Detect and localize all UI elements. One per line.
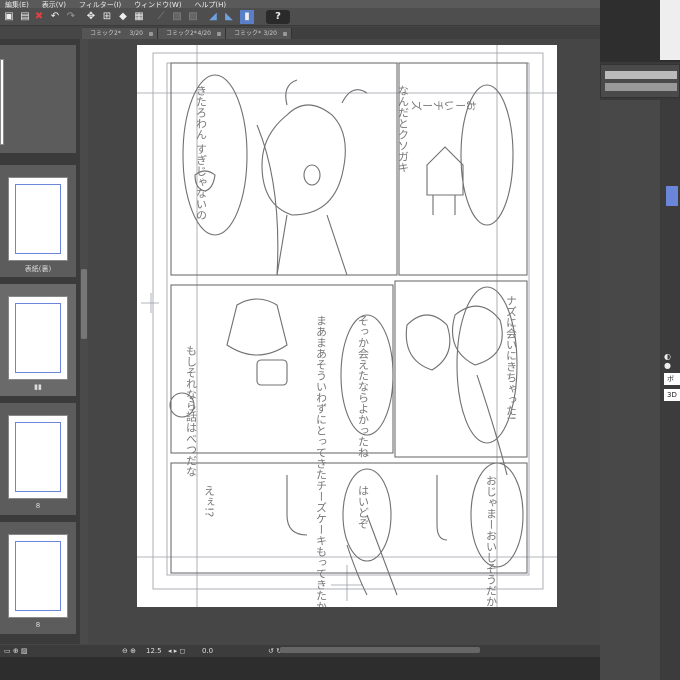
export-icon[interactable]: ▤ xyxy=(18,10,32,24)
zoom-icons[interactable]: ⊖ ⊕ xyxy=(122,645,136,657)
tab-title: コミック2* xyxy=(90,30,121,37)
save-icon[interactable]: ▣ xyxy=(2,10,16,24)
zoom-level[interactable]: 12.5 xyxy=(146,645,162,657)
tab-comic-3[interactable]: コミック* 3/20 xyxy=(226,28,292,39)
command-bar: ▣ ▤ ✖ ↶ ↷ ✥ ⊞ ◆ ▦ ⟋ ▧ ▨ ◢ ◣ ▮ ? xyxy=(0,8,600,26)
page-label: 表紙(裏) xyxy=(24,265,52,273)
bottom-area xyxy=(0,657,600,680)
page-preview xyxy=(8,534,68,618)
page-thumbnail[interactable]: 8 xyxy=(0,522,76,634)
zoom-arrows-icon[interactable]: ◂ ▸ ◻ xyxy=(168,645,185,657)
document-tabs: コミック2* 3/20 コミック2* 4/20 コミック* 3/20 xyxy=(82,27,600,39)
tab-page: 4/20 xyxy=(197,30,211,37)
fill-icon[interactable]: ◆ xyxy=(116,10,130,24)
perspective-icon[interactable]: ◢ xyxy=(206,10,220,24)
sketch-text: もしそれなら話はべつだな xyxy=(185,345,198,477)
page-preview xyxy=(0,59,4,145)
scroll-thumb[interactable] xyxy=(81,269,87,339)
tab-comic-1[interactable]: コミック2* 3/20 xyxy=(82,28,158,39)
sketch-text: はいどぞ xyxy=(357,485,370,529)
tab-page: 3/20 xyxy=(129,30,143,37)
menu-bar: 編集(E) 表示(V) フィルター(I) ウィンドウ(W) ヘルプ(H) xyxy=(0,0,600,8)
undo-icon[interactable]: ↶ xyxy=(48,10,62,24)
page-list-scrollbar[interactable] xyxy=(80,39,88,644)
right-panel: ボー 3D ◐ ● xyxy=(600,0,680,680)
snap-icon[interactable]: ▦ xyxy=(132,10,146,24)
rotation-angle[interactable]: 0.0 xyxy=(202,645,213,657)
page-thumbnail[interactable]: 表紙(裏) xyxy=(0,165,76,277)
sketch-text: おじゃまーおいしそうだかわいいね♡ xyxy=(485,475,498,607)
layer-preview-panel xyxy=(600,0,680,62)
selected-layer-indicator[interactable] xyxy=(666,186,678,206)
close-icon[interactable] xyxy=(283,32,287,36)
page-manager-panel: 表紙(裏) ▮▮ 8 8 xyxy=(0,39,80,644)
sketch-text: えぇ!? xyxy=(203,485,216,518)
guide-snap-icon[interactable]: ▨ xyxy=(186,10,200,24)
select-all-icon[interactable]: ⊞ xyxy=(100,10,114,24)
tab-page: 3/20 xyxy=(263,30,277,37)
page-number-icon: ▮▮ xyxy=(34,383,42,391)
page-label: 8 xyxy=(35,502,41,510)
zoom-slider[interactable] xyxy=(605,71,677,79)
sketch-text: きたろわん すぎじゃないの xyxy=(195,85,208,221)
ruler-snap-icon[interactable]: ⟋ xyxy=(154,10,168,24)
page-thumbnail[interactable]: 8 xyxy=(0,403,76,515)
canvas-horizontal-scrollbar[interactable] xyxy=(280,647,480,653)
navigator-panel[interactable] xyxy=(600,64,680,98)
tab-title: コミック2* xyxy=(166,30,197,37)
close-icon[interactable] xyxy=(149,32,153,36)
manuscript-sketch: おーいチーズ なんだとクソガキ きたろわん すぎじゃないの ナズに会いにきちゃっ… xyxy=(137,45,557,664)
tab-comic-2[interactable]: コミック2* 4/20 xyxy=(158,28,226,39)
ruler-icon[interactable]: ◣ xyxy=(222,10,236,24)
navigator-icon[interactable]: ▭ ⊕ ▨ xyxy=(4,645,28,657)
grid-snap-icon[interactable]: ▧ xyxy=(170,10,184,24)
sketch-text: ナズに会いにきちゃった! xyxy=(505,295,518,420)
page-label: 8 xyxy=(35,621,41,629)
layer-icon[interactable]: ▮ xyxy=(240,10,254,24)
tab-title: コミック* xyxy=(234,30,262,37)
clear-icon[interactable]: ✖ xyxy=(32,10,46,24)
page-preview xyxy=(8,415,68,499)
trim-frame-icon xyxy=(166,62,530,576)
panel-menu-icon[interactable]: ◐ ● xyxy=(664,352,680,370)
redo-icon[interactable]: ↷ xyxy=(64,10,78,24)
sketch-text: なんだとクソガキ xyxy=(397,85,410,173)
panel-3 xyxy=(170,462,528,574)
manuscript-page[interactable]: おーいチーズ なんだとクソガキ きたろわん すぎじゃないの ナズに会いにきちゃっ… xyxy=(137,45,557,664)
page-preview xyxy=(8,296,68,380)
sketch-text: おーいチーズ xyxy=(411,99,477,112)
close-icon[interactable] xyxy=(217,32,221,36)
page-preview xyxy=(8,177,68,261)
property-field-2[interactable]: 3D xyxy=(664,389,680,401)
page-thumbnail[interactable] xyxy=(0,45,76,153)
page-thumbnail-selected[interactable]: ▮▮ xyxy=(0,284,76,396)
property-field-1[interactable]: ボー xyxy=(664,373,680,385)
help-button[interactable]: ? xyxy=(266,10,290,24)
layer-property-panel xyxy=(600,100,660,680)
sketch-text: そっか会えたならよかったね xyxy=(357,315,370,458)
navigator-thumbnail[interactable] xyxy=(660,0,680,60)
sketch-text: まあまあそういわずにとってきたチーズケーキもってきたからさ xyxy=(315,315,328,607)
canvas-area[interactable]: おーいチーズ なんだとクソガキ きたろわん すぎじゃないの ナズに会いにきちゃっ… xyxy=(90,39,598,664)
transform-icon[interactable]: ✥ xyxy=(84,10,98,24)
rotate-slider[interactable] xyxy=(605,83,677,91)
